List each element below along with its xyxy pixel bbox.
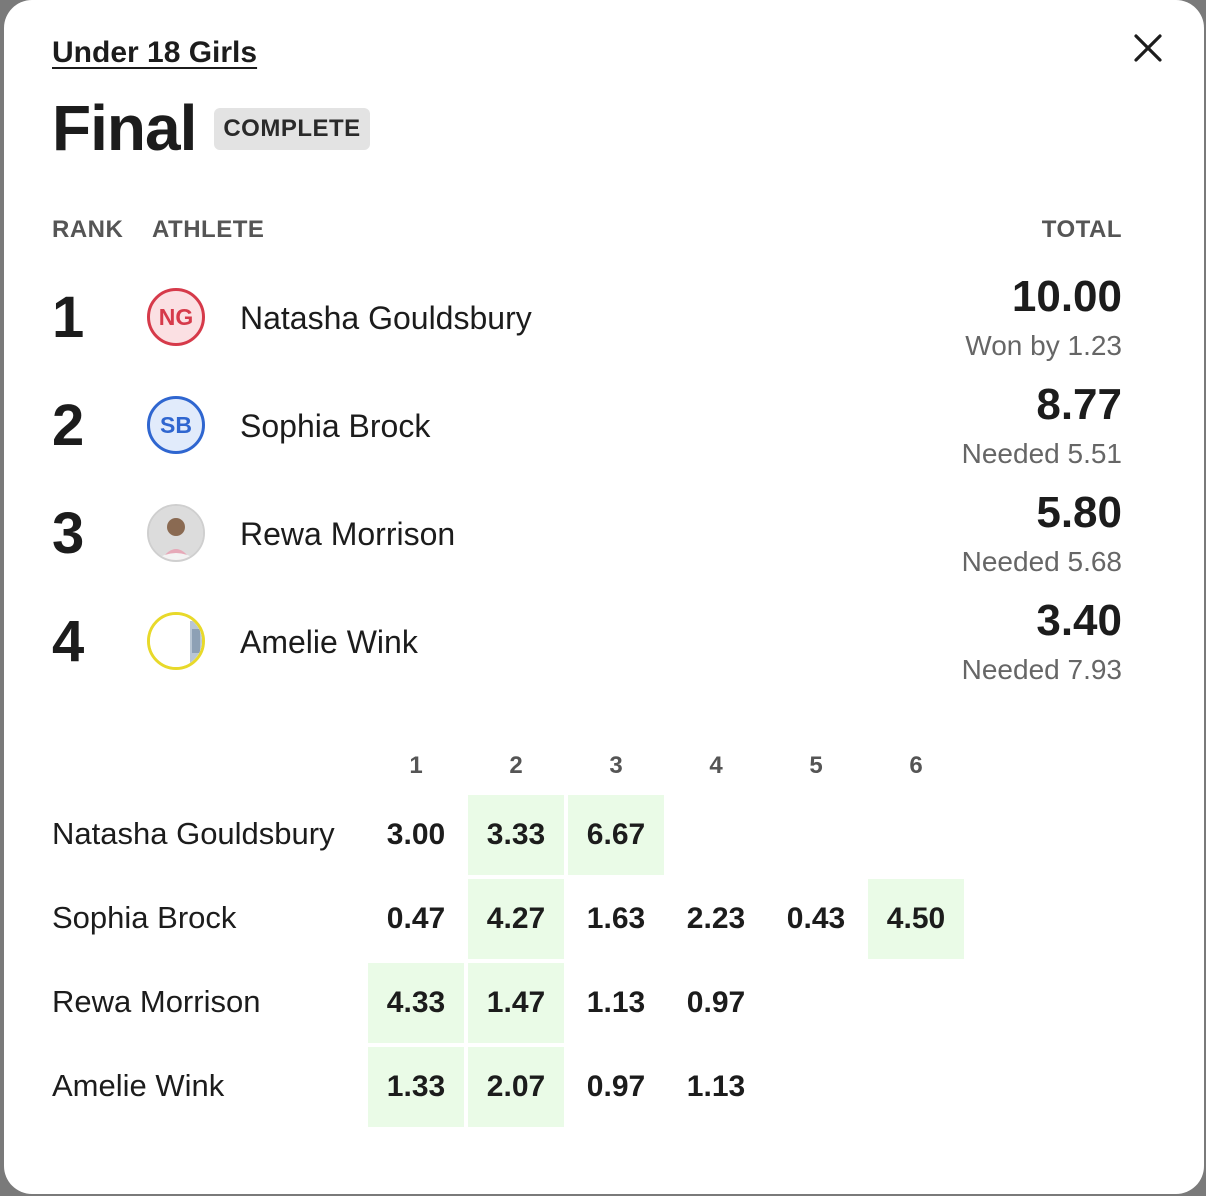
- athlete-row[interactable]: 3 Rewa Morrison 5.80 Needed 5.68: [4, 488, 1204, 588]
- heat-score-cell: 1.63: [586, 902, 646, 935]
- total-note: Needed 5.68: [961, 546, 1122, 577]
- results-modal: Under 18 Girls Final COMPLETE RANK ATHLE…: [4, 0, 1204, 1194]
- athlete-name: Natasha Gouldsbury: [240, 300, 532, 336]
- total-column-header: TOTAL: [1041, 216, 1122, 243]
- rank-number: 1: [52, 285, 85, 350]
- heat-score-cell: 2.07: [468, 1047, 564, 1127]
- athlete-photo-icon: [149, 506, 203, 560]
- rank-number: 3: [52, 501, 85, 566]
- total-note: Needed 7.93: [961, 654, 1122, 685]
- total-score: 10.00: [1011, 272, 1122, 321]
- heat-score-cell: 3.33: [468, 795, 564, 875]
- status-badge: COMPLETE: [214, 108, 370, 150]
- heat-score-cell: 6.67: [568, 795, 664, 875]
- heat-score-cell: 1.47: [468, 963, 564, 1043]
- heat-row-athlete-name: Sophia Brock: [52, 900, 237, 935]
- close-icon: [1134, 34, 1162, 62]
- total-note: Needed 5.51: [961, 438, 1122, 469]
- heat-score-cell: 1.33: [368, 1047, 464, 1127]
- avatar: [147, 612, 205, 670]
- avatar: NG: [147, 288, 205, 346]
- heat-column-header: 1: [409, 752, 423, 779]
- close-button[interactable]: [1128, 28, 1168, 68]
- heat-score-cell: 4.50: [868, 879, 964, 959]
- total-score: 3.40: [1036, 596, 1122, 645]
- heat-score-cell: 4.27: [468, 879, 564, 959]
- heat-score-cell: 4.33: [368, 963, 464, 1043]
- heat-row-athlete-name: Amelie Wink: [52, 1068, 225, 1103]
- rank-column-header: RANK: [52, 216, 124, 243]
- athlete-row[interactable]: 4 Amelie Wink 3.40 Needed 7.93: [4, 596, 1204, 696]
- heat-score-cell: 2.23: [686, 902, 746, 935]
- heat-score-cell: 0.43: [786, 902, 846, 935]
- athlete-row[interactable]: 1 NG Natasha Gouldsbury 10.00 Won by 1.2…: [4, 272, 1204, 372]
- heat-row-athlete-name: Rewa Morrison: [52, 984, 261, 1019]
- round-title: Final: [52, 92, 197, 164]
- athlete-row[interactable]: 2 SB Sophia Brock 8.77 Needed 5.51: [4, 380, 1204, 480]
- heat-score-cell: 3.00: [386, 818, 446, 851]
- athlete-photo-icon: [150, 615, 202, 667]
- heat-score-cell: 1.13: [686, 1070, 746, 1103]
- rank-number: 2: [52, 393, 85, 458]
- athlete-name: Amelie Wink: [240, 624, 418, 660]
- heat-score-cell: 0.97: [686, 986, 746, 1019]
- avatar: [147, 504, 205, 562]
- rank-number: 4: [52, 609, 85, 674]
- athlete-column-header: ATHLETE: [152, 216, 265, 243]
- heat-column-header: 2: [509, 752, 523, 779]
- total-score: 5.80: [1036, 488, 1122, 537]
- heat-column-header: 4: [709, 752, 723, 779]
- athlete-name: Sophia Brock: [240, 408, 431, 444]
- heat-score-cell: 0.47: [386, 902, 446, 935]
- heat-row-athlete-name: Natasha Gouldsbury: [52, 816, 335, 851]
- heat-column-header: 6: [909, 752, 923, 779]
- total-note: Won by 1.23: [965, 330, 1122, 361]
- heat-score-cell: 1.13: [586, 986, 646, 1019]
- total-score: 8.77: [1036, 380, 1122, 429]
- title-row: Final COMPLETE: [52, 92, 370, 164]
- avatar: SB: [147, 396, 205, 454]
- athlete-name: Rewa Morrison: [240, 516, 456, 552]
- heat-column-header: 5: [809, 752, 823, 779]
- heat-column-header: 3: [609, 752, 623, 779]
- division-link[interactable]: Under 18 Girls: [52, 36, 257, 70]
- heat-score-cell: 0.97: [586, 1070, 646, 1103]
